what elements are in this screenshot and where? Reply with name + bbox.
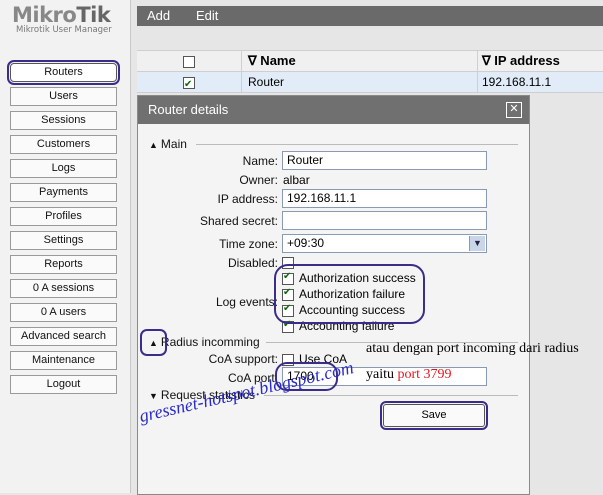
sidebar-item-profiles[interactable]: Profiles: [10, 207, 117, 226]
radius-section-label: Radius incomming: [160, 335, 260, 349]
sidebar-item-payments[interactable]: Payments: [10, 183, 117, 202]
annotation-note-line1: atau dengan port incoming dari radius: [366, 341, 579, 356]
owner-label: Owner:: [239, 173, 278, 187]
table-header: ∇ Name ∇ IP address: [137, 50, 603, 72]
sidebar-item-active-sessions[interactable]: 0 A sessions: [10, 279, 117, 298]
divider: [196, 144, 518, 145]
table-row[interactable]: Router 192.168.11.1: [137, 72, 603, 95]
routers-table: ∇ Name ∇ IP address Router 192.168.11.1: [137, 50, 603, 95]
main-section-label: Main: [160, 137, 187, 151]
name-label: Name:: [242, 154, 278, 168]
main-section-toggle[interactable]: ▲ Main: [149, 137, 187, 151]
column-header-name[interactable]: ∇ Name: [242, 51, 478, 71]
sidebar-item-sessions[interactable]: Sessions: [10, 111, 117, 130]
annotation-outline-log-events: [274, 264, 425, 324]
triangle-down-icon: ▼: [149, 391, 158, 401]
shared-secret-label: Shared secret:: [199, 214, 278, 228]
add-button[interactable]: Add: [147, 8, 170, 23]
divider: [264, 395, 518, 396]
sidebar-item-settings[interactable]: Settings: [10, 231, 117, 250]
sidebar-item-users[interactable]: Users: [10, 87, 117, 106]
sidebar-item-logout[interactable]: Logout: [10, 375, 117, 394]
annotation-note-line2: yaitu port 3799: [366, 367, 452, 383]
mikrotik-logo: MikroTik Mikrotik User Manager: [12, 3, 122, 41]
row-ip: 192.168.11.1: [482, 75, 552, 89]
sidebar-item-advanced-search[interactable]: Advanced search: [10, 327, 117, 346]
coa-support-label: CoA support:: [208, 352, 278, 366]
toolbar: Add Edit: [137, 6, 603, 26]
time-zone-label: Time zone:: [219, 237, 278, 251]
dialog-title: Router details: [138, 96, 529, 124]
logo-subtitle: Mikrotik User Manager: [16, 25, 112, 35]
triangle-up-icon: ▲: [149, 140, 158, 150]
sidebar-item-maintenance[interactable]: Maintenance: [10, 351, 117, 370]
save-button[interactable]: Save: [380, 401, 488, 430]
logo-main: Mikro: [12, 3, 77, 27]
sidebar-item-routers[interactable]: Routers: [7, 60, 120, 85]
time-zone-select[interactable]: +09:30 ▼: [282, 234, 487, 253]
sidebar-item-logs[interactable]: Logs: [10, 159, 117, 178]
disabled-label: Disabled:: [227, 256, 278, 270]
select-all-checkbox[interactable]: [183, 55, 195, 68]
row-name: Router: [242, 72, 478, 92]
edit-button[interactable]: Edit: [196, 8, 218, 23]
time-zone-value: +09:30: [287, 236, 325, 250]
sidebar-item-customers[interactable]: Customers: [10, 135, 117, 154]
logo-accent: Tik: [76, 3, 111, 27]
owner-value: albar: [283, 173, 310, 187]
sidebar-item-active-users[interactable]: 0 A users: [10, 303, 117, 322]
ip-address-field[interactable]: 192.168.11.1: [282, 189, 487, 208]
row-check-cell: [137, 72, 242, 95]
chevron-down-icon[interactable]: ▼: [469, 236, 485, 251]
column-header-ip[interactable]: ∇ IP address: [478, 51, 603, 71]
annotation-note-prefix: yaitu: [366, 367, 394, 382]
ip-label: IP address:: [217, 192, 278, 206]
annotation-outline-radius-toggle: [140, 329, 167, 356]
select-all-cell: [137, 51, 242, 71]
log-events-label: Log events:: [215, 295, 278, 309]
shared-secret-field[interactable]: [282, 211, 487, 230]
row-checkbox[interactable]: [183, 75, 195, 95]
close-icon[interactable]: ✕: [506, 102, 522, 118]
sidebar: MikroTik Mikrotik User Manager Routers U…: [0, 0, 131, 493]
sidebar-item-reports[interactable]: Reports: [10, 255, 117, 274]
annotation-note-port: port 3799: [397, 367, 452, 382]
name-field[interactable]: Router: [282, 151, 487, 170]
